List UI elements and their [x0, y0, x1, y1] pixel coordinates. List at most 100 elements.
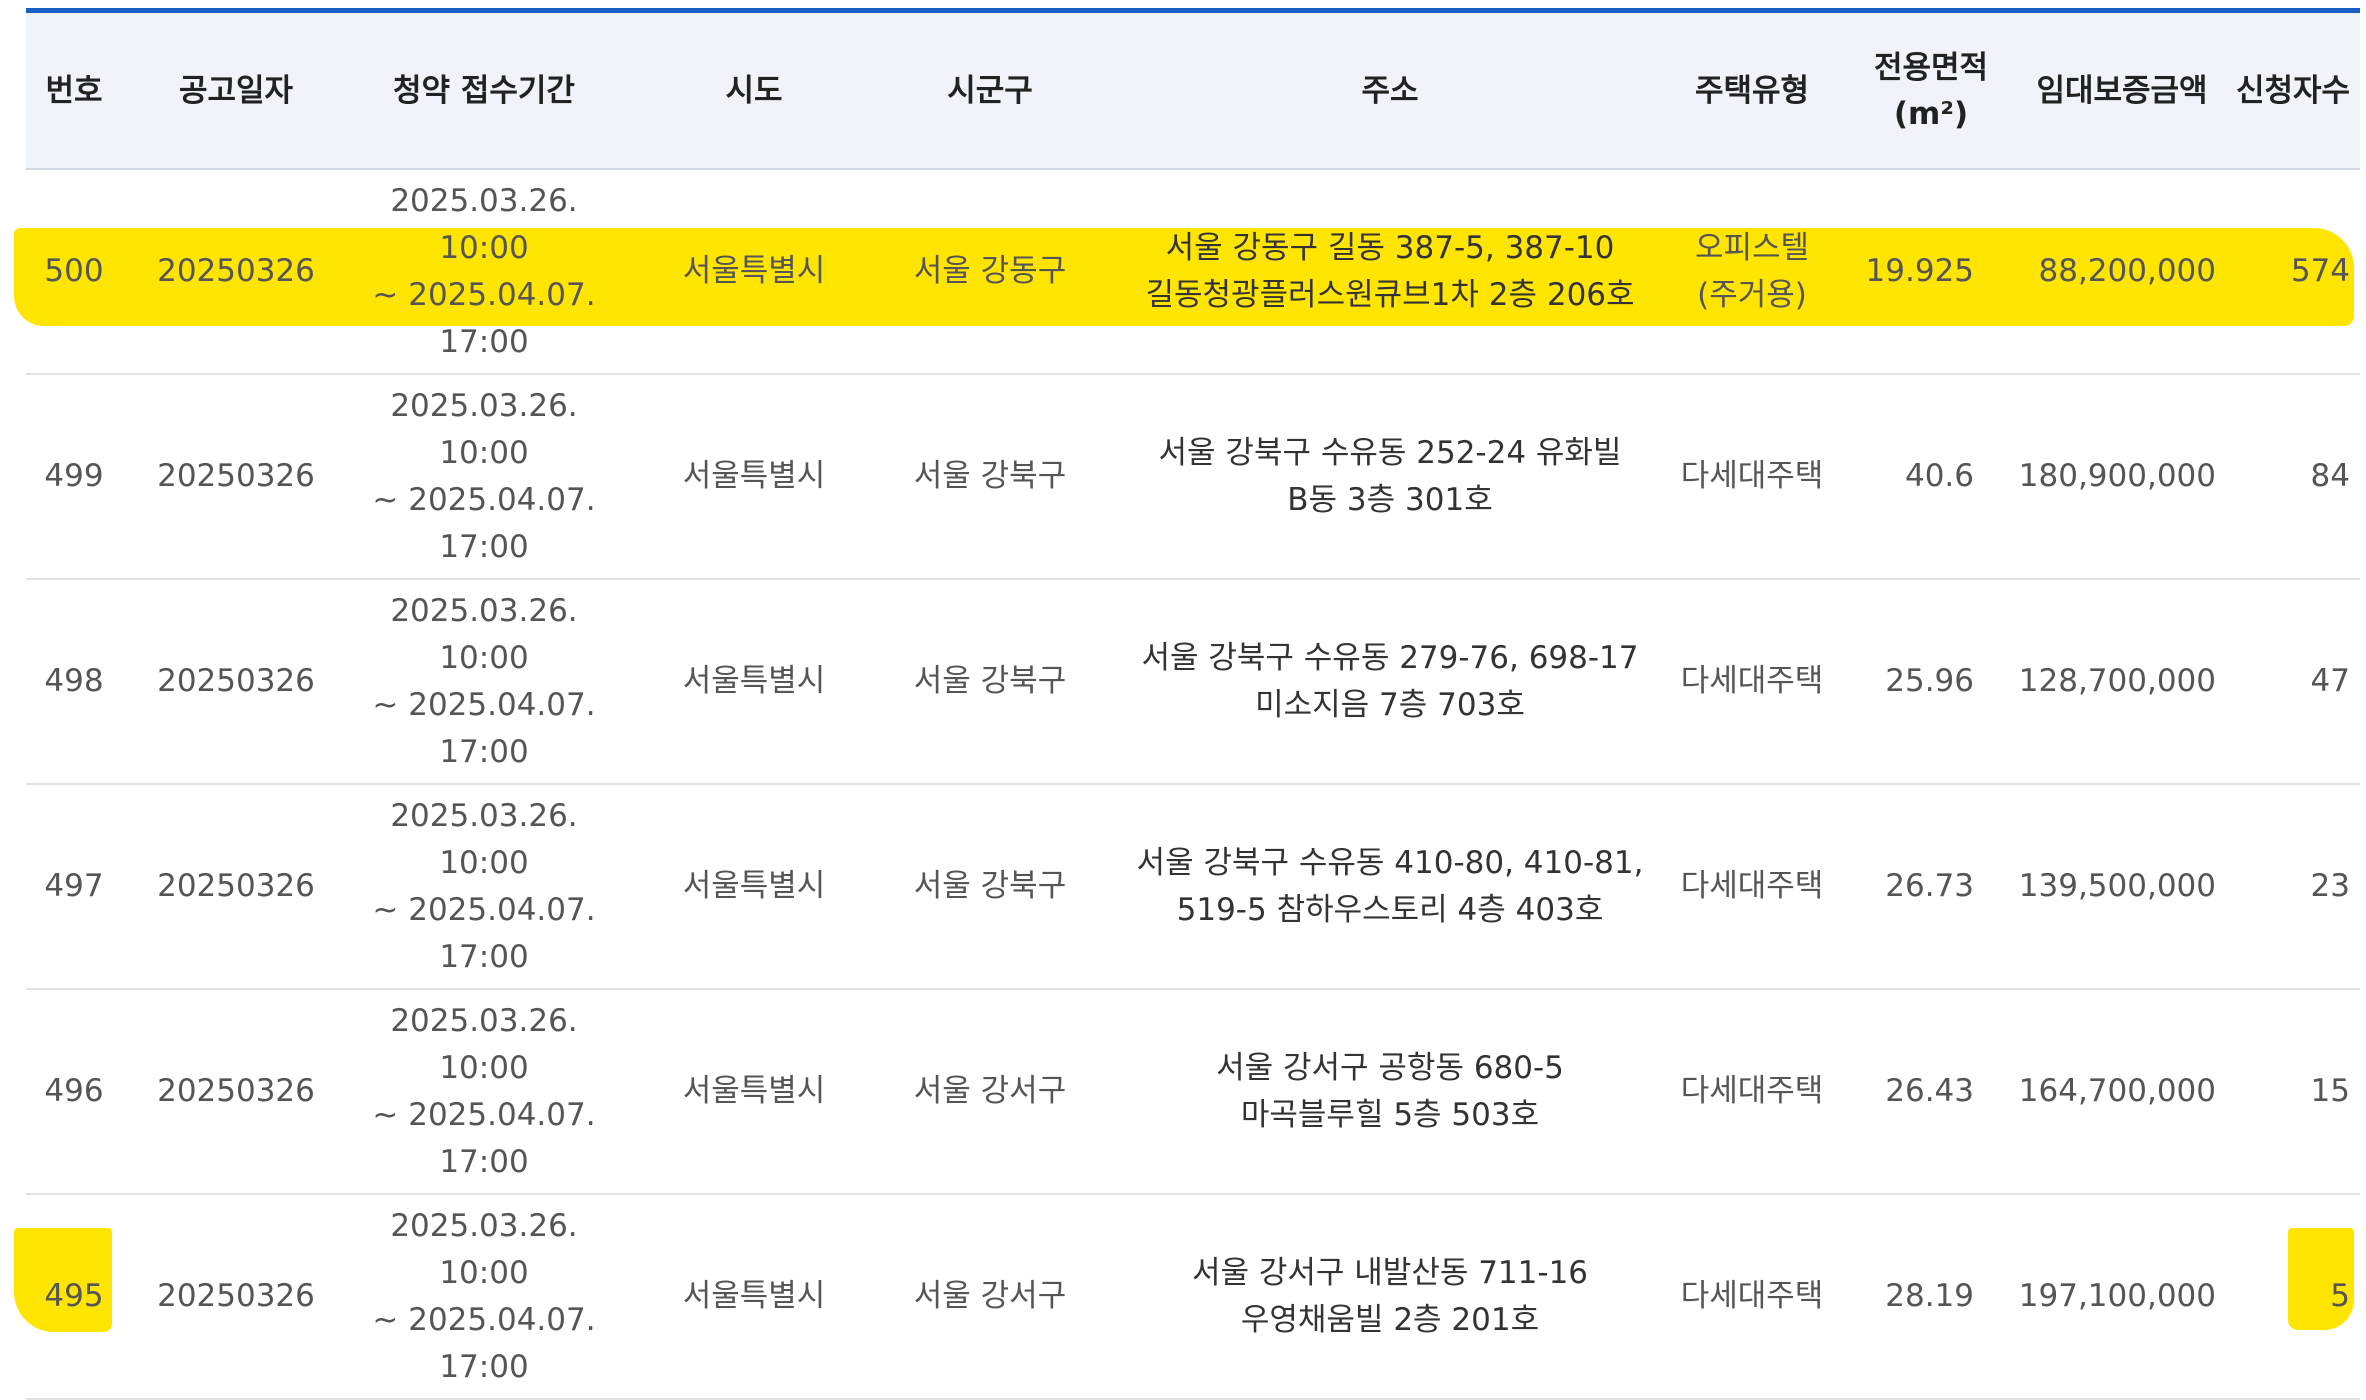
header-deposit: 임대보증금액 — [2036, 72, 2208, 109]
cell-applicants: 15 — [2226, 990, 2350, 1193]
cell-date-text: 20250326 — [157, 868, 315, 904]
cell-period-text: ~ 2025.04.07. — [372, 1301, 596, 1338]
cell-period-text: ~ 2025.04.07. — [372, 276, 596, 313]
cell-applicants-text: 23 — [2310, 868, 2350, 904]
cell-sigungu-text: 서울 강서구 — [913, 1073, 1067, 1109]
cell-address: 서울 강북구 수유동 252-24 유화빌 B동 3층 301호 — [1090, 375, 1690, 578]
cell-deposit: 197,100,000 — [1986, 1195, 2216, 1398]
cell-period-text: 2025.03.26. 10:00 — [390, 797, 578, 881]
cell-deposit-text: 139,500,000 — [2018, 868, 2216, 904]
cell-no-text: 498 — [44, 663, 104, 699]
cell-date: 20250326 — [122, 580, 350, 783]
cell-sigungu: 서울 강서구 — [890, 990, 1090, 1193]
cell-sido: 서울특별시 — [618, 990, 890, 1193]
cell-deposit: 88,200,000 — [1986, 170, 2217, 373]
cell-deposit: 128,700,000 — [1986, 580, 2216, 783]
cell-area-text: 26.43 — [1885, 1073, 1974, 1109]
header-applicants: 신청자수 — [2235, 72, 2351, 109]
cell-sido-text: 서울특별시 — [682, 1278, 826, 1314]
cell-type-text: 다세대주택 — [1680, 663, 1824, 699]
cell-sido: 서울특별시 — [618, 375, 890, 578]
cell-no-text: 499 — [44, 458, 104, 494]
cell-type-text: 다세대주택 — [1680, 868, 1824, 904]
cell-sido-text: 서울특별시 — [682, 868, 826, 904]
cell-address-text: B동 3층 301호 — [1287, 481, 1493, 518]
cell-deposit: 180,900,000 — [1986, 375, 2216, 578]
cell-date: 20250326 — [122, 170, 350, 373]
cell-applicants-text: 47 — [2310, 663, 2350, 699]
cell-type: 다세대주택 — [1652, 375, 1852, 578]
cell-period: 2025.03.26. 10:00 ~ 2025.04.07. 17:00 — [350, 990, 618, 1193]
cell-period-text: 17:00 — [439, 323, 529, 360]
cell-type-text: 다세대주택 — [1680, 1073, 1824, 1109]
cell-area-text: 19.925 — [1865, 253, 1974, 289]
table-header: 번호 공고일자 청약 접수기간 시도 시군구 주소 주택유형 전용면적 (m²) … — [26, 13, 2360, 170]
cell-area: 26.43 — [1826, 990, 1974, 1193]
cell-no: 499 — [26, 375, 122, 578]
cell-address: 서울 강북구 수유동 410-80, 410-81, 519-5 참하우스토리 4… — [1090, 785, 1690, 988]
cell-date: 20250326 — [122, 1195, 350, 1398]
cell-address-text: 마곡블루힐 5층 503호 — [1240, 1096, 1540, 1133]
cell-period: 2025.03.26. 10:00 ~ 2025.04.07. 17:00 — [350, 1195, 618, 1398]
header-no: 번호 — [45, 72, 103, 109]
cell-date: 20250326 — [122, 785, 350, 988]
cell-no: 498 — [26, 580, 122, 783]
cell-address-text: 서울 강동구 길동 387-5, 387-10 — [1165, 229, 1615, 266]
cell-sigungu-text: 서울 강북구 — [913, 868, 1067, 904]
cell-sigungu: 서울 강북구 — [890, 580, 1090, 783]
cell-period-text: 2025.03.26. 10:00 — [390, 1207, 578, 1291]
cell-period-text: 2025.03.26. 10:00 — [390, 592, 578, 676]
cell-sigungu: 서울 강서구 — [890, 1195, 1090, 1398]
cell-period-text: 17:00 — [439, 1348, 529, 1385]
cell-applicants: 23 — [2226, 785, 2350, 988]
cell-period: 2025.03.26. 10:00 ~ 2025.04.07. 17:00 — [350, 375, 618, 578]
table-row[interactable]: 496 20250326 2025.03.26. 10:00 ~ 2025.04.07… — [26, 990, 2360, 1195]
cell-period: 2025.03.26. 10:00 ~ 2025.04.07. 17:00 — [350, 170, 618, 373]
cell-period: 2025.03.26. 10:00 ~ 2025.04.07. 17:00 — [350, 580, 618, 783]
table-row[interactable]: 495 20250326 2025.03.26. 10:00 ~ 2025.04.07… — [26, 1195, 2360, 1400]
cell-date: 20250326 — [122, 990, 350, 1193]
cell-applicants-text: 574 — [2290, 253, 2350, 289]
cell-area: 19.925 — [1826, 170, 1974, 373]
cell-address-text: 미소지음 7층 703호 — [1255, 686, 1525, 723]
cell-period-text: ~ 2025.04.07. — [372, 481, 596, 518]
cell-no: 500 — [26, 170, 122, 373]
cell-applicants-text: 5 — [2330, 1278, 2350, 1314]
cell-period-text: 17:00 — [439, 938, 529, 975]
cell-type-text: 오피스텔 — [1694, 229, 1810, 266]
cell-period-text: 17:00 — [439, 528, 529, 565]
cell-type-text: 다세대주택 — [1680, 458, 1824, 494]
cell-no: 497 — [26, 785, 122, 988]
table-row[interactable]: 497 20250326 2025.03.26. 10:00 ~ 2025.04.07… — [26, 785, 2360, 990]
cell-period-text: 2025.03.26. 10:00 — [390, 387, 578, 471]
table-row[interactable]: 499 20250326 2025.03.26. 10:00 ~ 2025.04.07… — [26, 375, 2360, 580]
cell-address: 서울 강서구 내발산동 711-16 우영채움빌 2층 201호 — [1090, 1195, 1690, 1398]
cell-area: 25.96 — [1826, 580, 1974, 783]
header-period: 청약 접수기간 — [393, 72, 575, 109]
cell-address-text: 서울 강서구 내발산동 711-16 — [1191, 1254, 1589, 1291]
cell-deposit: 164,700,000 — [1986, 990, 2216, 1193]
cell-sido: 서울특별시 — [618, 1195, 890, 1398]
header-sigungu: 시군구 — [947, 72, 1033, 109]
cell-sigungu-text: 서울 강북구 — [913, 663, 1067, 699]
cell-applicants-text: 15 — [2310, 1073, 2350, 1109]
cell-deposit-text: 197,100,000 — [2018, 1278, 2216, 1314]
cell-no-text: 497 — [44, 868, 104, 904]
cell-deposit-text: 128,700,000 — [2018, 663, 2216, 699]
cell-sigungu: 서울 강북구 — [890, 785, 1090, 988]
cell-sido-text: 서울특별시 — [682, 458, 826, 494]
cell-period-text: ~ 2025.04.07. — [372, 686, 596, 723]
cell-applicants: 84 — [2226, 375, 2350, 578]
cell-deposit-text: 88,200,000 — [2038, 253, 2217, 289]
cell-sigungu-text: 서울 강동구 — [913, 253, 1067, 289]
cell-deposit-text: 164,700,000 — [2018, 1073, 2216, 1109]
cell-area-text: 40.6 — [1904, 458, 1974, 494]
table-row[interactable]: 498 20250326 2025.03.26. 10:00 ~ 2025.04.07… — [26, 580, 2360, 785]
cell-no-text: 496 — [44, 1073, 104, 1109]
table-row[interactable]: 500 20250326 2025.03.26. 10:00 ~ 2025.04.07… — [26, 170, 2360, 375]
cell-applicants: 5 — [2226, 1195, 2350, 1398]
cell-date-text: 20250326 — [157, 253, 315, 289]
cell-sigungu-text: 서울 강북구 — [913, 458, 1067, 494]
cell-sido-text: 서울특별시 — [682, 663, 826, 699]
header-date: 공고일자 — [178, 72, 294, 109]
